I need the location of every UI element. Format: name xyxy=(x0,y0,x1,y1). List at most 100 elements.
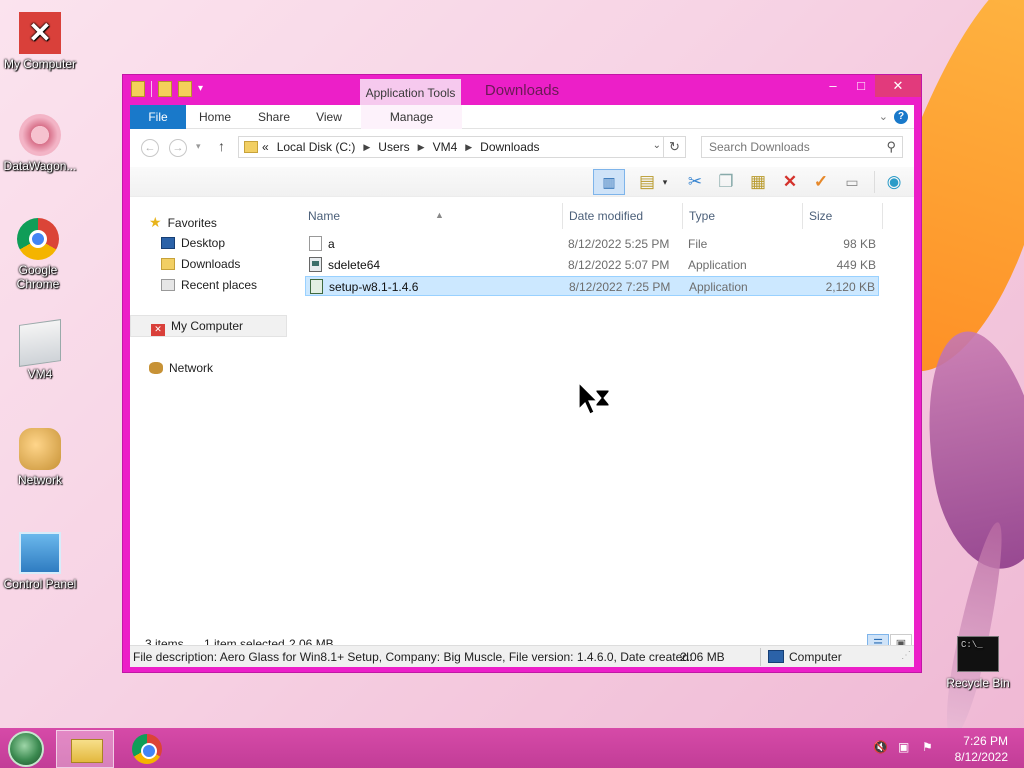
checkmark-icon[interactable]: ✓ xyxy=(809,171,833,193)
navigation-pane: ★ Favorites Desktop Downloads Recent plac… xyxy=(130,197,288,632)
action-center-flag-icon[interactable]: ⚑ xyxy=(922,740,933,754)
sidebar-item-my-computer[interactable]: ✕ My Computer xyxy=(151,316,243,336)
window-title: Downloads xyxy=(484,82,560,99)
tab-home[interactable]: Home xyxy=(192,105,238,129)
busy-cursor-icon xyxy=(578,382,610,415)
desktop-icon-vm4[interactable]: VM4 xyxy=(0,319,80,381)
preview-pane-button[interactable]: ▥ xyxy=(593,169,625,195)
file-date: 8/12/2022 7:25 PM xyxy=(569,280,671,294)
expand-ribbon-icon[interactable]: ⌄ xyxy=(879,105,888,129)
taskbar-chrome[interactable] xyxy=(120,730,178,768)
breadcrumb-vm4[interactable]: VM4 xyxy=(433,140,458,154)
desktop-icon-chrome[interactable]: Google Chrome xyxy=(0,218,76,291)
globe-icon[interactable]: ◉ xyxy=(882,171,906,193)
network-icon xyxy=(149,362,163,374)
file-size: 2,120 KB xyxy=(825,280,875,294)
close-button[interactable]: ✕ xyxy=(875,75,921,97)
breadcrumb-users[interactable]: Users xyxy=(378,140,409,154)
column-divider[interactable] xyxy=(882,203,883,229)
file-type: Application xyxy=(689,280,748,294)
search-icon[interactable]: ⚲ xyxy=(886,139,896,155)
column-header-type[interactable]: Type xyxy=(689,207,715,225)
file-type: File xyxy=(688,237,708,251)
desktop-icon-my-computer[interactable]: ✕ My Computer xyxy=(0,12,80,71)
address-bar[interactable]: « Local Disk (C:) ▶ Users ▶ VM4 ▶ Downlo… xyxy=(238,136,686,158)
breadcrumb-downloads[interactable]: Downloads xyxy=(480,140,539,154)
sidebar-item-network[interactable]: Network xyxy=(149,358,213,378)
navigation-bar: ← → ▾ ↑ « Local Disk (C:) ▶ Users ▶ VM4 … xyxy=(130,129,914,167)
details-bar: File description: Aero Glass for Win8.1+… xyxy=(130,645,914,667)
desktop-icon-network[interactable]: Network xyxy=(0,428,80,487)
file-size: 449 KB xyxy=(836,258,876,272)
sidebar-item-recent-places[interactable]: Recent places xyxy=(161,275,257,295)
downloads-folder-icon xyxy=(161,258,175,270)
breadcrumb-separator-icon[interactable]: ▶ xyxy=(465,142,472,153)
column-divider[interactable] xyxy=(802,203,803,229)
file-row[interactable]: a 8/12/2022 5:25 PM File 98 KB xyxy=(305,234,879,254)
details-location: Computer xyxy=(789,650,842,664)
resize-grip-icon[interactable]: ⋰ xyxy=(901,650,911,661)
sidebar-item-downloads[interactable]: Downloads xyxy=(161,254,240,274)
maximize-button[interactable]: □ xyxy=(847,75,875,97)
copy-icon[interactable]: ❐ xyxy=(714,171,738,193)
breadcrumb-separator-icon[interactable]: ▶ xyxy=(418,142,425,153)
desktop-icon-label: Control Panel xyxy=(3,577,77,591)
column-divider[interactable] xyxy=(682,203,683,229)
file-date: 8/12/2022 5:07 PM xyxy=(568,258,670,272)
recent-locations-dropdown[interactable]: ▾ xyxy=(196,141,201,152)
clock-time: 7:26 PM xyxy=(963,734,1008,748)
sidebar-item-label: Recent places xyxy=(181,278,258,292)
up-button[interactable]: ↑ xyxy=(218,138,225,154)
application-icon xyxy=(309,257,322,272)
rename-icon[interactable]: ▭ xyxy=(840,171,864,193)
divider xyxy=(760,648,761,666)
desktop-icon-datawagon[interactable]: DataWagon... xyxy=(0,114,80,173)
title-bar[interactable]: ▾ Application Tools Downloads ‒ □ ✕ xyxy=(123,75,921,105)
setup-icon xyxy=(310,279,323,294)
file-row-selected[interactable]: setup-w8.1-1.4.6 8/12/2022 7:25 PM Appli… xyxy=(305,276,879,296)
column-divider[interactable] xyxy=(562,203,563,229)
column-header-label: Name xyxy=(308,209,341,223)
help-icon[interactable]: ? xyxy=(894,110,908,124)
file-row[interactable]: sdelete64 8/12/2022 5:07 PM Application … xyxy=(305,255,879,275)
file-name: setup-w8.1-1.4.6 xyxy=(329,280,419,294)
desktop-icon-label: Recycle Bin xyxy=(946,676,1010,690)
tab-view[interactable]: View xyxy=(310,105,348,129)
sidebar-item-favorites[interactable]: ★ Favorites xyxy=(149,212,217,232)
start-button[interactable] xyxy=(8,731,44,767)
paste-icon[interactable]: ▦ xyxy=(746,171,770,193)
desktop-icon-recycle-bin[interactable]: C:\_ Recycle Bin xyxy=(938,636,1018,690)
column-header-size[interactable]: Size xyxy=(809,207,832,225)
breadcrumb-separator-icon[interactable]: ▶ xyxy=(363,142,370,153)
column-header-name[interactable]: Name ▲ xyxy=(308,207,444,225)
cut-icon[interactable]: ✂ xyxy=(683,171,707,193)
tab-manage[interactable]: Manage xyxy=(361,105,462,129)
properties-icon[interactable]: ▤ xyxy=(635,171,659,193)
desktop-icon xyxy=(161,237,175,249)
search-input[interactable]: Search Downloads ⚲ xyxy=(701,136,903,158)
sidebar-item-label: Desktop xyxy=(181,236,226,250)
desktop-icon-control-panel[interactable]: Control Panel xyxy=(0,532,80,591)
delete-icon[interactable]: ✕ xyxy=(778,171,802,193)
breadcrumb-local-disk[interactable]: Local Disk (C:) xyxy=(277,140,356,154)
sidebar-item-desktop[interactable]: Desktop xyxy=(161,233,225,253)
address-dropdown-icon[interactable]: ⌄ xyxy=(653,140,661,151)
back-button[interactable]: ← xyxy=(141,139,159,157)
recycle-bin-icon: C:\_ xyxy=(957,636,999,672)
tab-file[interactable]: File xyxy=(130,105,186,129)
minimize-button[interactable]: ‒ xyxy=(819,75,847,97)
forward-button[interactable]: → xyxy=(169,139,187,157)
chevron-down-icon[interactable]: ▾ xyxy=(660,171,670,193)
column-header-date-modified[interactable]: Date modified xyxy=(569,207,643,225)
file-icon xyxy=(309,236,322,251)
clock-date: 8/12/2022 xyxy=(954,750,1008,764)
clock[interactable]: 7:26 PM 8/12/2022 xyxy=(955,733,1008,765)
taskbar-file-explorer[interactable] xyxy=(56,730,114,768)
breadcrumb-overflow[interactable]: « xyxy=(262,140,269,154)
refresh-button[interactable]: ↻ xyxy=(663,137,685,157)
sidebar-item-label: Network xyxy=(169,361,214,375)
tab-share[interactable]: Share xyxy=(252,105,296,129)
datawagon-icon xyxy=(19,114,61,156)
network-tray-icon[interactable]: ▣ xyxy=(898,740,909,754)
volume-muted-icon[interactable]: 🔇 xyxy=(873,740,888,754)
